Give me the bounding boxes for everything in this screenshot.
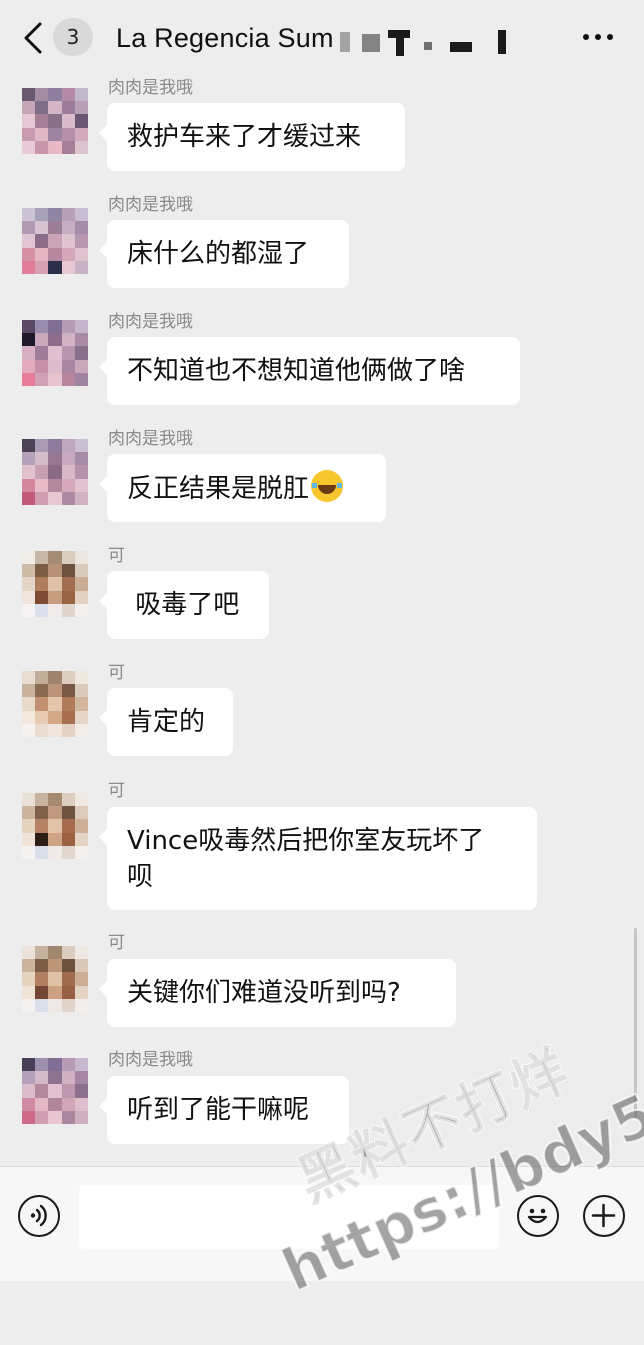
avatar[interactable] xyxy=(22,88,88,154)
message-bubble[interactable]: 救护车来了才缓过来 xyxy=(99,103,405,171)
sender-name: 可 xyxy=(108,546,125,566)
message-bubble[interactable]: 肯定的 xyxy=(99,688,233,756)
avatar[interactable] xyxy=(22,671,88,737)
voice-button[interactable] xyxy=(18,1195,60,1237)
sender-name: 肉肉是我哦 xyxy=(108,312,193,332)
sender-name: 肉肉是我哦 xyxy=(108,1050,193,1070)
title-redaction xyxy=(338,28,510,56)
message-bubble[interactable]: 反正结果是脱肛 xyxy=(99,454,386,522)
back-button[interactable] xyxy=(20,20,50,56)
smiley-icon xyxy=(527,1208,548,1224)
avatar[interactable] xyxy=(22,208,88,274)
message-text: 反正结果是脱肛 xyxy=(127,474,310,504)
more-button[interactable] xyxy=(580,28,616,44)
sender-name: 可 xyxy=(108,933,125,953)
voice-icon xyxy=(30,1204,47,1227)
message-bubble[interactable]: 听到了能干嘛呢 xyxy=(99,1076,349,1144)
message-bubble[interactable]: 关键你们难道没听到吗? xyxy=(99,959,456,1027)
sender-name: 肉肉是我哦 xyxy=(108,78,193,98)
message-bubble[interactable]: 吸毒了吧 xyxy=(99,571,269,639)
avatar[interactable] xyxy=(22,793,88,859)
ellipsis-icon xyxy=(583,34,589,40)
message-text-line2: 呗 xyxy=(127,862,154,892)
avatar[interactable] xyxy=(22,946,88,1012)
message-input[interactable] xyxy=(79,1185,499,1249)
tears-of-joy-emoji xyxy=(311,470,344,502)
chat-title: La Regencia Sum xyxy=(116,23,334,53)
sender-name: 肉肉是我哦 xyxy=(108,195,193,215)
scrollbar[interactable] xyxy=(634,928,637,1118)
chat-header: 3 La Regencia Sum xyxy=(0,0,644,76)
sender-name: 肉肉是我哦 xyxy=(108,429,193,449)
avatar[interactable] xyxy=(22,1058,88,1124)
message-bubble[interactable]: Vince吸毒然后把你室友玩坏了 呗 xyxy=(99,807,537,910)
message-bubble[interactable]: 床什么的都湿了 xyxy=(99,220,349,288)
unread-count-badge[interactable]: 3 xyxy=(53,18,93,56)
plus-icon xyxy=(591,1203,616,1228)
message-text: Vince吸毒然后把你室友玩坏了 xyxy=(127,826,485,856)
avatar[interactable] xyxy=(22,439,88,505)
avatar[interactable] xyxy=(22,320,88,386)
plus-button[interactable] xyxy=(583,1195,625,1237)
avatar[interactable] xyxy=(22,551,88,617)
emoji-button[interactable] xyxy=(517,1195,559,1237)
input-bar xyxy=(0,1166,644,1281)
chevron-left-icon xyxy=(24,22,42,54)
sender-name: 可 xyxy=(108,663,125,683)
message-bubble[interactable]: 不知道也不想知道他俩做了啥 xyxy=(99,337,520,405)
sender-name: 可 xyxy=(108,781,125,801)
